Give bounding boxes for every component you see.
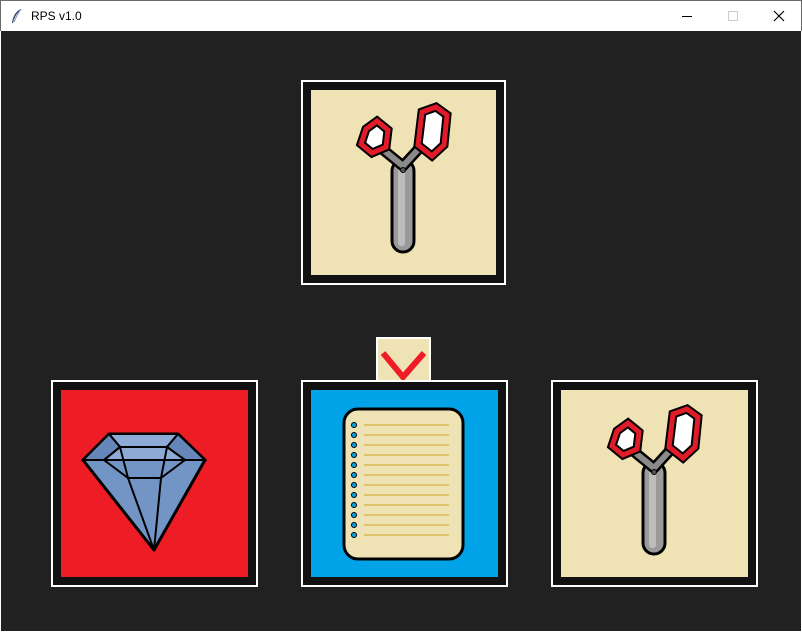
paper-icon	[342, 407, 465, 561]
game-area	[1, 31, 801, 631]
close-button[interactable]	[756, 1, 802, 31]
scissors-icon	[606, 403, 703, 556]
computer-choice-tile	[301, 80, 506, 285]
feather-icon	[12, 8, 22, 23]
minimize-button[interactable]	[664, 1, 710, 31]
rock-panel	[61, 390, 248, 577]
window-title: RPS v1.0	[31, 9, 82, 23]
paper-option-button[interactable]	[301, 380, 508, 587]
maximize-icon	[728, 11, 738, 21]
scissors-option-button[interactable]	[551, 380, 758, 587]
close-icon	[773, 10, 785, 22]
computer-choice-panel	[311, 90, 496, 275]
app-window: RPS v1.0	[0, 0, 802, 632]
diamond-icon	[80, 432, 208, 552]
paper-panel	[311, 390, 498, 577]
title-bar[interactable]: RPS v1.0	[0, 0, 802, 31]
scissors-panel	[561, 390, 748, 577]
scissors-icon	[355, 101, 452, 254]
rock-option-button[interactable]	[51, 380, 258, 587]
maximize-button[interactable]	[710, 1, 756, 31]
minimize-icon	[682, 16, 692, 17]
